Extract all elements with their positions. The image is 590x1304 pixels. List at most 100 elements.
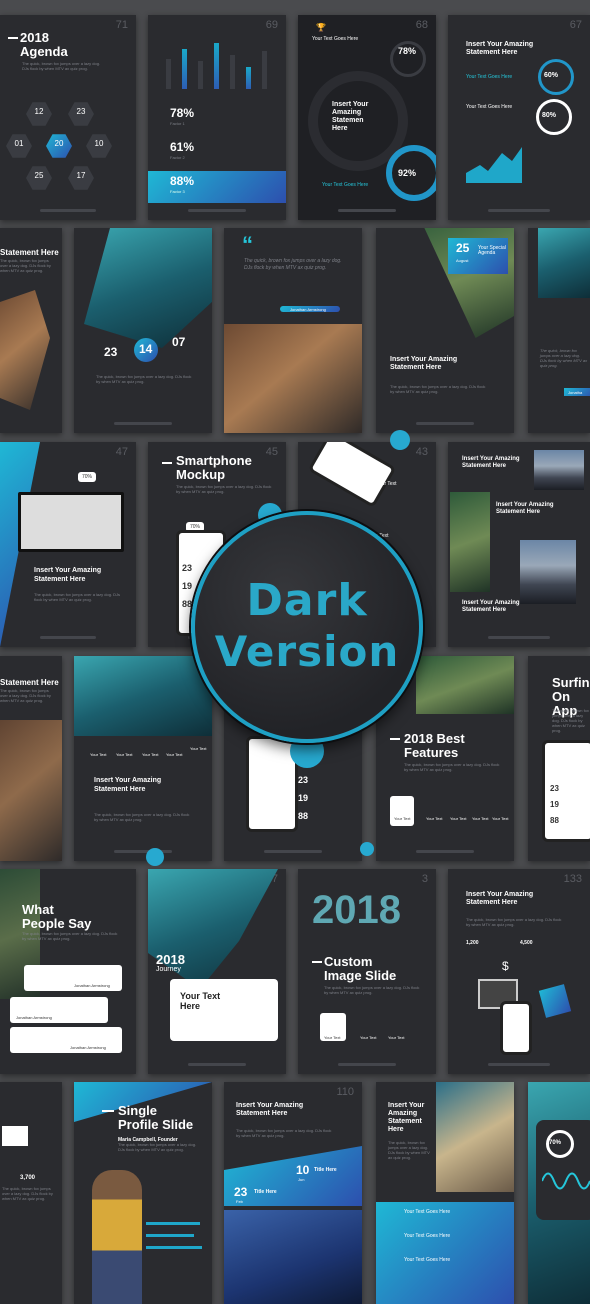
top-label: Your Text Goes Here bbox=[312, 36, 359, 42]
slide-aerial[interactable]: The quick, brown fox jumps over a lazy d… bbox=[528, 228, 590, 433]
journey-year: 2018 bbox=[156, 952, 185, 967]
list-panel bbox=[376, 1202, 514, 1304]
phone-mockup bbox=[307, 442, 397, 508]
author-button[interactable]: Jonathan Armstrong bbox=[280, 306, 340, 312]
slide-bar-chart[interactable]: 69 78% Factor 1 61% Factor 2 88% Factor … bbox=[148, 15, 286, 220]
slide-agenda[interactable]: 71 2018 Agenda The quick, brown fox jump… bbox=[0, 15, 136, 220]
list-item-3: Your Text Goes Here bbox=[404, 1257, 451, 1263]
slide-testimonials[interactable]: What People Say The quick, brown fox jum… bbox=[0, 869, 136, 1074]
slide-footer bbox=[158, 209, 276, 212]
stat-value-2: 61% bbox=[170, 140, 195, 154]
slide-title: 2018 Best Features bbox=[404, 731, 465, 760]
skill-bar-2 bbox=[146, 1234, 194, 1237]
slide-title: Insert Your Amazing Statement Here bbox=[390, 356, 458, 371]
accent-line bbox=[312, 961, 322, 963]
slide-coast[interactable]: Insert Your Amazing Statement Here The q… bbox=[376, 1082, 514, 1304]
accent-line bbox=[390, 738, 400, 740]
aerial-image bbox=[538, 228, 590, 298]
slide-custom-image[interactable]: 3 2018 Custom Image Slide The quick, bro… bbox=[298, 869, 436, 1074]
slide-wave-chart[interactable]: 70% bbox=[528, 1082, 590, 1304]
slide-footer bbox=[84, 422, 202, 425]
slide-surf-app[interactable]: Surfing On App The quick, brown fox jump… bbox=[528, 656, 590, 861]
slide-footer bbox=[10, 209, 126, 212]
slide-footer bbox=[386, 422, 504, 425]
forest-image bbox=[416, 656, 514, 714]
wave-line-chart bbox=[542, 1172, 590, 1190]
stat-value-1: 78% bbox=[170, 106, 195, 120]
bar bbox=[230, 55, 235, 89]
percent-1: 78% bbox=[398, 46, 417, 56]
trophy-icon: 🏆 bbox=[316, 23, 326, 32]
journey-sub: Journey bbox=[156, 966, 181, 973]
slide-number: 71 bbox=[115, 19, 128, 31]
body-text: The quick, brown fox jumps over a lazy d… bbox=[96, 374, 192, 384]
author-button[interactable]: Jonatha bbox=[564, 388, 590, 396]
slide-title: Custom Image Slide bbox=[324, 954, 397, 983]
slide-rock[interactable]: Statement Here The quick, brown fox jump… bbox=[0, 228, 62, 433]
feature-label-3: Your Text bbox=[142, 752, 159, 757]
donut-value: 70% bbox=[549, 1140, 562, 1146]
body-text: The quick, brown fox jumps over a lazy d… bbox=[236, 1128, 332, 1138]
car-image bbox=[224, 1210, 362, 1304]
dark-version-badge: Dark Version bbox=[191, 511, 423, 743]
slide-stats-left[interactable]: Statement Here The quick, brown fox jump… bbox=[0, 656, 62, 861]
date-day-2: 19 bbox=[298, 793, 309, 803]
highlight-band bbox=[148, 171, 286, 203]
slide-car[interactable]: 110 Insert Your Amazing Statement Here T… bbox=[224, 1082, 362, 1304]
special-label: Your Special Agenda bbox=[478, 245, 506, 256]
slide-number: 133 bbox=[563, 873, 582, 885]
fern-image bbox=[84, 228, 212, 348]
slide-title: Single Profile Slide bbox=[118, 1103, 194, 1132]
shopping-bag-icon bbox=[538, 984, 572, 1018]
slide-number: 68 bbox=[415, 19, 428, 31]
quote-card-3: Jonathan Armstrong bbox=[10, 1027, 122, 1053]
accent-line bbox=[162, 462, 172, 464]
feature-card bbox=[390, 796, 414, 826]
slide-donut[interactable]: 67 Insert Your Amazing Statement Here Yo… bbox=[448, 15, 590, 220]
slide-shopping[interactable]: 133 Insert Your Amazing Statement Here T… bbox=[448, 869, 590, 1074]
date-day: 25 bbox=[456, 241, 470, 255]
slide-landscapes[interactable]: Insert Your Amazing Statement Here Inser… bbox=[448, 442, 590, 647]
date-day-3: 88 bbox=[298, 811, 309, 821]
slide-stats-bottom[interactable]: 3,700 The quick, brown fox jumps over a … bbox=[0, 1082, 62, 1304]
slide-surf[interactable]: Your Text Your Text Your Text Your Text … bbox=[74, 656, 212, 861]
feature-label-3: Your Text bbox=[450, 816, 467, 821]
hero-line-2: Version bbox=[214, 627, 400, 676]
slide-quote[interactable]: “ The quick, brown fox jumps over a lazy… bbox=[224, 228, 362, 433]
bar bbox=[262, 51, 267, 89]
date-hex-7: 17 bbox=[68, 166, 94, 190]
date-day-3: 07 bbox=[172, 335, 186, 349]
landscape-image-1 bbox=[534, 450, 584, 490]
slide-journey[interactable]: 7 2018 Journey Your Text Here bbox=[148, 869, 286, 1074]
body-text: The quick, brown fox jumps over a lazy d… bbox=[390, 384, 486, 394]
slide-profile[interactable]: Single Profile Slide Maria Campbell, Fou… bbox=[74, 1082, 212, 1304]
feature-label-1: Your Text bbox=[90, 752, 107, 757]
slide-footer bbox=[234, 850, 352, 853]
feature-label-5: Your Text bbox=[190, 746, 207, 751]
slide-number: 69 bbox=[265, 19, 278, 31]
body-text: The quick, brown fox jumps over a lazy d… bbox=[176, 484, 272, 494]
bar bbox=[198, 61, 203, 89]
slide-gears[interactable]: 68 🏆 Your Text Goes Here Insert Your Ama… bbox=[298, 15, 436, 220]
laptop-mockup bbox=[18, 492, 124, 552]
label-2: Your Text Goes Here bbox=[466, 104, 513, 110]
slide-title: Insert Your Amazing Statement Here bbox=[236, 1102, 304, 1117]
date-month-2: Feb bbox=[236, 1199, 243, 1204]
date-day-1: 23 bbox=[298, 775, 309, 785]
coast-image bbox=[436, 1082, 514, 1192]
slide-number: 110 bbox=[336, 1086, 354, 1098]
slide-footer bbox=[458, 636, 580, 639]
slide-laptop[interactable]: 47 70% Insert Your Amazing Statement Her… bbox=[0, 442, 136, 647]
decor-dot bbox=[360, 842, 374, 856]
title-1: Insert Your Amazing Statement Here bbox=[462, 456, 520, 469]
slide-special-agenda[interactable]: 25 August Your Special Agenda Insert You… bbox=[376, 228, 514, 433]
year-image-text: 2018 bbox=[312, 888, 401, 932]
date-hex-2: 23 bbox=[68, 102, 94, 126]
body-text: The quick, brown fox jumps over a lazy d… bbox=[324, 985, 420, 995]
body-text: The quick, brown fox jumps over a lazy d… bbox=[0, 258, 51, 273]
date-hex-3: 01 bbox=[6, 134, 32, 158]
slide-fern[interactable]: 63 23 14 07 The quick, brown fox jumps o… bbox=[74, 228, 212, 433]
date-day-2: 19 bbox=[550, 800, 559, 809]
body-text: The quick, brown fox jumps over a lazy d… bbox=[466, 917, 562, 927]
bar bbox=[246, 67, 251, 89]
